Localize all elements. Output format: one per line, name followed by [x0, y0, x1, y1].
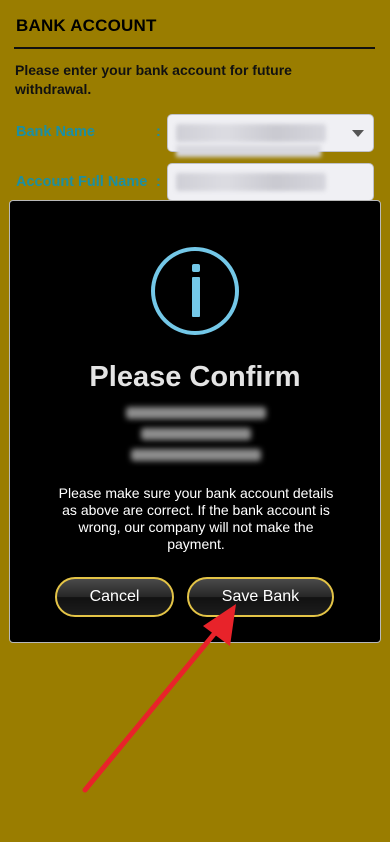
redacted-value: [176, 145, 321, 157]
bank-name-colon: :: [156, 124, 161, 140]
header-divider: [14, 47, 375, 49]
chevron-down-icon: [352, 130, 364, 137]
redacted-value: [176, 173, 326, 191]
account-full-name-label: Account Full Name: [16, 174, 148, 190]
form-instructions: Please enter your bank account for futur…: [15, 62, 292, 97]
dialog-message: Please make sure your bank account detai…: [58, 485, 334, 552]
bank-account-page: BANK ACCOUNT Please enter your bank acco…: [0, 0, 390, 842]
redacted-value: [176, 124, 326, 142]
confirm-dialog: Please Confirm Please make sure your ban…: [9, 200, 381, 643]
cancel-button[interactable]: Cancel: [55, 577, 174, 617]
account-full-name-field[interactable]: [167, 163, 374, 201]
save-bank-button[interactable]: Save Bank: [187, 577, 334, 617]
redacted-account-details: [123, 407, 268, 471]
bank-name-label: Bank Name: [16, 124, 95, 140]
info-icon: [151, 247, 239, 335]
page-title: BANK ACCOUNT: [16, 16, 157, 35]
account-full-name-colon: :: [156, 174, 161, 190]
bank-name-select[interactable]: [167, 114, 374, 157]
dialog-title: Please Confirm: [89, 361, 301, 393]
